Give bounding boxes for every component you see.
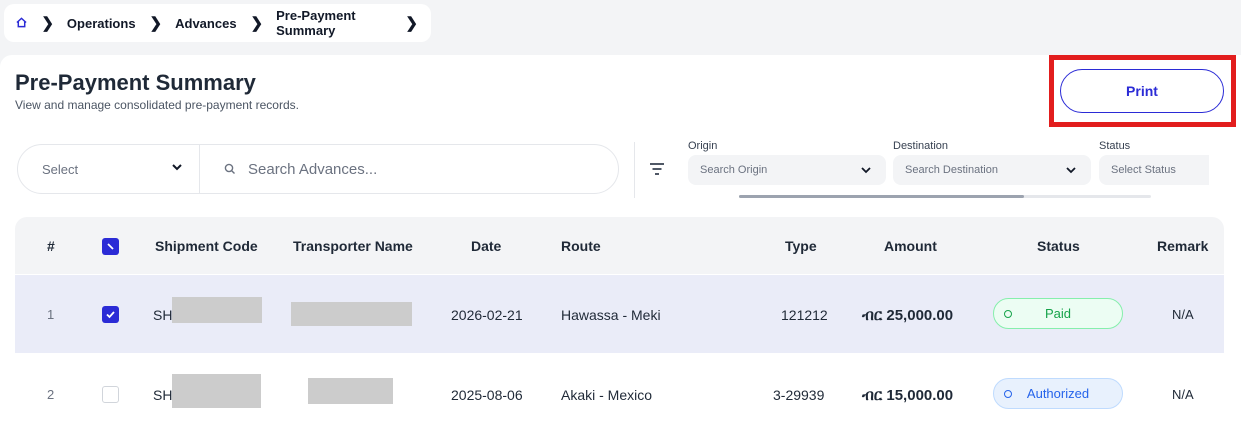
redacted-shipment-code [172, 297, 262, 323]
filter-divider [634, 142, 635, 198]
status-badge: Authorized [993, 378, 1123, 409]
breadcrumb-item-pre-payment-summary[interactable]: Pre-Payment Summary [276, 8, 391, 38]
print-button[interactable]: Print [1060, 69, 1224, 113]
origin-placeholder: Search Origin [700, 164, 768, 176]
row-index: 1 [47, 307, 55, 322]
search-input[interactable]: Search Advances... [200, 161, 377, 178]
chevron-right-icon: ❯ [149, 15, 163, 32]
column-header-shipment-code[interactable]: Shipment Code [155, 238, 258, 254]
status-placeholder: Select Status [1111, 164, 1176, 176]
row-checkbox[interactable] [102, 386, 119, 403]
row-date: 2026-02-21 [451, 307, 523, 323]
breadcrumb-item-operations[interactable]: Operations [67, 16, 136, 31]
filters-scrollbar-thumb[interactable] [739, 195, 1024, 198]
column-header-index: # [47, 238, 55, 254]
chevron-right-icon: ❯ [41, 15, 54, 32]
status-badge-label: Paid [1044, 306, 1072, 321]
column-header-route[interactable]: Route [561, 238, 601, 254]
redacted-shipment-code [172, 374, 261, 408]
status-badge: Paid [993, 298, 1123, 329]
column-header-amount[interactable]: Amount [884, 238, 937, 254]
chevron-down-icon [1065, 164, 1077, 179]
type-select-value: Select [42, 161, 79, 177]
home-icon[interactable] [16, 16, 27, 31]
column-header-date[interactable]: Date [471, 238, 501, 254]
type-select[interactable]: Select [18, 145, 200, 193]
row-route: Hawassa - Meki [561, 307, 661, 323]
status-dot-icon [1004, 309, 1012, 318]
chevron-right-icon: ❯ [250, 15, 264, 32]
status-label: Status [1099, 140, 1131, 152]
check-icon [106, 311, 115, 319]
redacted-transporter-name [291, 302, 412, 326]
destination-placeholder: Search Destination [905, 164, 998, 176]
row-remark: N/A [1172, 307, 1194, 322]
status-select[interactable]: Select Status [1099, 155, 1209, 185]
row-index: 2 [47, 387, 55, 402]
row-type: 121212 [781, 307, 828, 323]
filter-icon[interactable] [649, 162, 665, 181]
destination-select[interactable]: Search Destination [893, 155, 1091, 185]
filter-bar: Select Search Advances... [17, 144, 619, 194]
chevron-down-icon [170, 160, 184, 177]
breadcrumb: ❯ Operations ❯ Advances ❯ Pre-Payment Su… [4, 4, 431, 42]
destination-label: Destination [893, 140, 949, 152]
row-amount: ብር 15,000.00 [862, 387, 954, 404]
chevron-right-icon: ❯ [405, 15, 418, 32]
select-all-checkbox[interactable] [102, 238, 119, 255]
column-header-remark[interactable]: Remark [1157, 238, 1208, 254]
chevron-down-icon [860, 164, 872, 179]
origin-select[interactable]: Search Origin [688, 155, 886, 185]
search-placeholder: Search Advances... [248, 160, 378, 178]
row-remark: N/A [1172, 387, 1194, 402]
column-header-transporter-name[interactable]: Transporter Name [293, 238, 413, 254]
row-route: Akaki - Mexico [561, 387, 653, 403]
page-subtitle: View and manage consolidated pre-payment… [15, 98, 299, 112]
row-checkbox[interactable] [102, 306, 119, 323]
status-badge-label: Authorized [1026, 386, 1090, 401]
origin-label: Origin [688, 140, 718, 152]
row-amount: ብር 25,000.00 [862, 307, 954, 324]
breadcrumb-item-advances[interactable]: Advances [175, 16, 236, 31]
status-dot-icon [1004, 389, 1012, 398]
redacted-transporter-name [308, 378, 393, 404]
row-date: 2025-08-06 [451, 387, 523, 403]
page-title: Pre-Payment Summary [15, 70, 256, 95]
filters-scrollbar[interactable] [739, 195, 1151, 198]
column-header-type[interactable]: Type [785, 238, 817, 254]
column-header-status[interactable]: Status [1037, 238, 1080, 254]
search-icon [224, 163, 236, 175]
row-type: 3-29939 [773, 387, 825, 403]
